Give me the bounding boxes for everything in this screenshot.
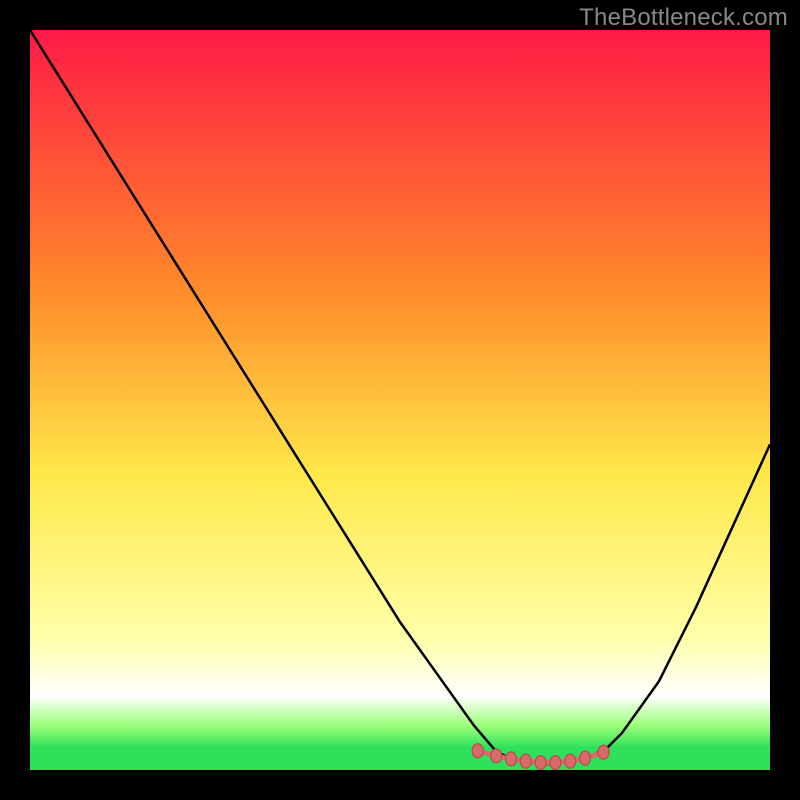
site-watermark: TheBottleneck.com (579, 4, 788, 32)
marker-dot (506, 752, 517, 766)
gradient-background (30, 30, 770, 770)
plot-frame (30, 30, 770, 770)
marker-dot (520, 754, 531, 768)
chart-container: TheBottleneck.com (0, 0, 800, 800)
marker-dot (535, 756, 546, 770)
marker-dot (580, 751, 591, 765)
marker-dot (491, 749, 502, 763)
marker-dot (565, 754, 576, 768)
marker-dot (550, 756, 561, 770)
marker-dot (472, 744, 483, 758)
plot-svg (30, 30, 770, 770)
marker-dot (598, 745, 609, 759)
